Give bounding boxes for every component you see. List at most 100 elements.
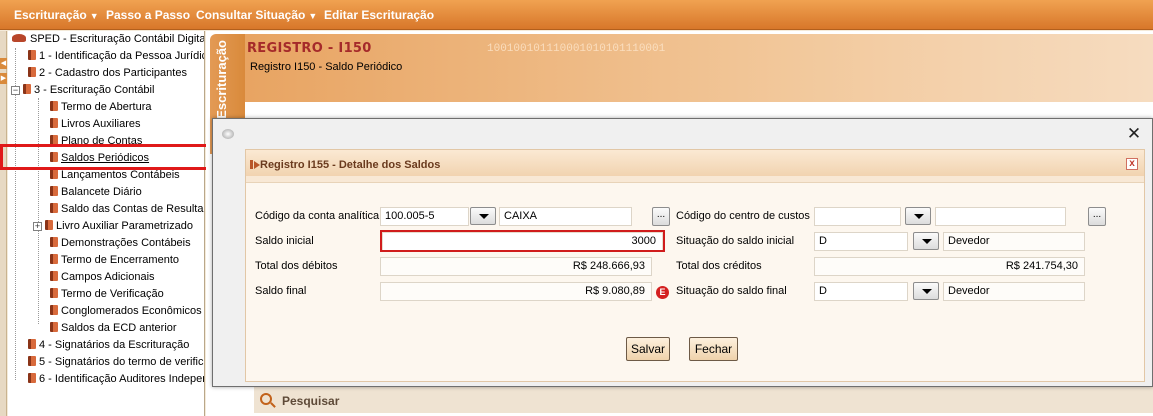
tree-item-termo-encerramento[interactable]: Termo de Encerramento <box>50 252 179 269</box>
conta-lookup-button[interactable]: ... <box>652 207 670 226</box>
error-icon[interactable]: E <box>656 286 669 299</box>
tree-label: 5 - Signatários do termo de verificação <box>39 356 204 368</box>
centro-label: Código do centro de custos <box>676 210 810 222</box>
situacao-final-label: Situação do saldo final <box>676 285 787 297</box>
tree-label: Saldos Periódicos <box>61 152 150 164</box>
conta-label: Código da conta analítica <box>255 210 380 222</box>
tree-label: Termo de Encerramento <box>61 254 179 266</box>
tree-label: 1 - Identificação da Pessoa Jurídica <box>39 50 205 62</box>
tree-item-signatarios-escrituracao[interactable]: 4 - Signatários da Escrituração <box>28 337 189 354</box>
tree-root[interactable]: SPED - Escrituração Contábil Digital <box>12 31 205 48</box>
search-icon <box>260 393 272 405</box>
book-icon <box>50 322 58 332</box>
menu-bar: Escrituração ▼ Passo a Passo Consultar Si… <box>0 0 1153 30</box>
tree-item-livro-auxiliar-parametrizado[interactable]: + Livro Auxiliar Parametrizado <box>33 218 193 235</box>
book-icon <box>50 254 58 264</box>
centro-lookup-button[interactable]: ... <box>1088 207 1106 226</box>
book-icon <box>50 169 58 179</box>
expand-right-icon[interactable]: ▶ <box>0 73 7 84</box>
tree-label: Livro Auxiliar Parametrizado <box>56 220 193 232</box>
situacao-inicial-dropdown[interactable] <box>913 232 939 250</box>
panel-marker-icon <box>250 160 253 169</box>
tree-item-livros-auxiliares[interactable]: Livros Auxiliares <box>50 116 140 133</box>
tree-item-escrituracao-contabil[interactable]: − 3 - Escrituração Contábil <box>11 82 154 99</box>
register-header: REGISTRO - I150 Registro I150 - Saldo Pe… <box>245 34 1153 102</box>
tree-label: Plano de Contas <box>61 135 143 147</box>
tree-item-demonstracoes-contabeis[interactable]: Demonstrações Contábeis <box>50 235 191 252</box>
situacao-inicial-label: Situação do saldo inicial <box>676 235 795 247</box>
menu-consultar-situacao[interactable]: Consultar Situação ▼ <box>196 8 317 22</box>
book-icon <box>50 118 58 128</box>
vertical-tab-label: Escrituração <box>214 40 229 119</box>
tree-item-auditores-independentes[interactable]: 6 - Identificação Auditores Independente… <box>28 371 204 388</box>
register-title: REGISTRO - I150 <box>247 41 372 56</box>
saldo-inicial-label: Saldo inicial <box>255 235 314 247</box>
panel-close-icon[interactable]: x <box>1126 158 1138 170</box>
tree-label: SPED - Escrituração Contábil Digital <box>30 33 205 45</box>
centro-name-field[interactable] <box>935 207 1066 226</box>
menu-editar-escrituracao[interactable]: Editar Escrituração <box>324 8 434 22</box>
tree-item-signatarios-termo-verificacao[interactable]: 5 - Signatários do termo de verificação <box>28 354 204 371</box>
tree-item-lancamentos-contabeis[interactable]: Lançamentos Contábeis <box>50 167 180 184</box>
tree-item-saldo-contas-resultado[interactable]: Saldo das Contas de Resultado <box>50 201 205 218</box>
tree-item-balancete-diario[interactable]: Balancete Diário <box>50 184 142 201</box>
book-icon <box>50 135 58 145</box>
saldo-inicial-input[interactable]: 3000 <box>382 232 663 251</box>
tree-connector <box>38 98 39 324</box>
tree-item-cadastro-participantes[interactable]: 2 - Cadastro dos Participantes <box>28 65 187 82</box>
search-label: Pesquisar <box>282 394 340 408</box>
tree-item-saldos-ecd-anterior[interactable]: Saldos da ECD anterior <box>50 320 177 337</box>
tree-item-identificacao[interactable]: 1 - Identificação da Pessoa Jurídica <box>28 48 205 65</box>
book-icon <box>50 152 58 162</box>
book-icon <box>50 237 58 247</box>
conta-dropdown-button[interactable] <box>470 207 496 225</box>
collapse-icon[interactable]: − <box>11 86 20 95</box>
book-icon <box>23 84 31 94</box>
tree-item-campos-adicionais[interactable]: Campos Adicionais <box>50 269 155 286</box>
tree-label: 2 - Cadastro dos Participantes <box>39 67 187 79</box>
tree-item-conglomerados-economicos[interactable]: Conglomerados Econômicos <box>50 303 202 320</box>
expand-icon[interactable]: + <box>33 222 42 231</box>
tree-label: Lançamentos Contábeis <box>61 169 180 181</box>
save-button[interactable]: Salvar <box>626 337 670 361</box>
tree-label: Termo de Abertura <box>61 101 152 113</box>
situacao-final-code[interactable]: D <box>814 282 908 301</box>
collapse-strip: ◀ ▶ <box>0 31 7 416</box>
centro-dropdown-button[interactable] <box>905 207 931 225</box>
tree-item-saldos-periodicos[interactable]: Saldos Periódicos <box>50 150 149 167</box>
saldo-final-label: Saldo final <box>255 285 307 297</box>
menu-label: Passo a Passo <box>106 8 191 22</box>
book-icon <box>28 50 36 60</box>
menu-escrituracao[interactable]: Escrituração ▼ <box>14 8 99 22</box>
situacao-final-desc: Devedor <box>943 282 1085 301</box>
detail-panel: Registro I155 - Detalhe dos Saldos x Cód… <box>245 149 1145 382</box>
search-bar[interactable]: Pesquisar <box>254 386 1153 413</box>
tree-item-plano-contas[interactable]: Plano de Contas <box>50 133 142 150</box>
book-icon <box>50 305 58 315</box>
navigation-tree: SPED - Escrituração Contábil Digital 1 -… <box>8 31 205 416</box>
tree-item-termo-abertura[interactable]: Termo de Abertura <box>50 99 152 116</box>
book-icon <box>45 220 53 230</box>
tree-label: Termo de Verificação <box>61 288 164 300</box>
collapse-left-icon[interactable]: ◀ <box>0 58 7 69</box>
centro-code-field[interactable] <box>814 207 901 226</box>
tree-label: Saldo das Contas de Resultado <box>61 203 205 215</box>
menu-label: Editar Escrituração <box>324 8 435 22</box>
tree-label: Campos Adicionais <box>61 271 155 283</box>
close-button[interactable]: Fechar <box>689 337 738 361</box>
binary-watermark: 100100101110001010101110001 <box>487 43 666 55</box>
tree-label: Conglomerados Econômicos <box>61 305 202 317</box>
tree-label: 6 - Identificação Auditores Independente… <box>39 373 204 385</box>
conta-name-field[interactable]: CAIXA <box>499 207 632 226</box>
conta-code-field[interactable]: 100.005-5 <box>380 207 469 226</box>
total-creditos-label: Total dos créditos <box>676 260 762 272</box>
situacao-final-dropdown[interactable] <box>913 282 939 300</box>
tree-label: Demonstrações Contábeis <box>61 237 191 249</box>
book-icon <box>28 67 36 77</box>
situacao-inicial-code[interactable]: D <box>814 232 908 251</box>
sped-logo-icon <box>12 34 26 42</box>
menu-passo-a-passo[interactable]: Passo a Passo <box>106 8 190 22</box>
total-creditos-value: R$ 241.754,30 <box>814 257 1085 276</box>
close-icon[interactable]: ✕ <box>1124 124 1144 144</box>
tree-item-termo-verificacao[interactable]: Termo de Verificação <box>50 286 164 303</box>
